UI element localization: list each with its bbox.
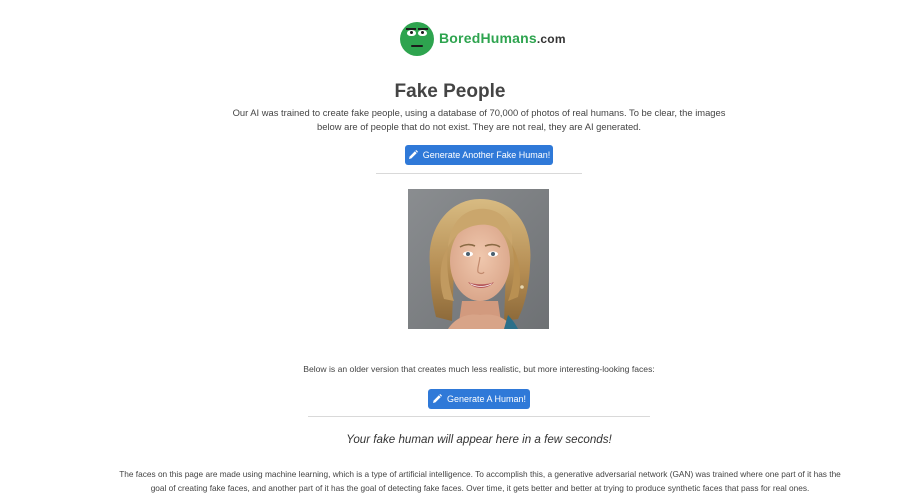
logo-domain: .com: [536, 32, 566, 46]
intro-text: Our AI was trained to create fake people…: [232, 107, 726, 132]
generate-a-human-button[interactable]: Generate A Human!: [428, 389, 530, 409]
logo-word-humans: Humans: [480, 30, 537, 46]
logo-wordmark: BoredHumans.com: [439, 21, 566, 56]
pencil-icon: [432, 394, 442, 404]
explanation-text: The faces on this page are made using ma…: [119, 469, 841, 493]
site-logo[interactable]: BoredHumans.com: [400, 21, 566, 56]
divider: [376, 173, 582, 174]
page-title: Fake People: [394, 81, 506, 102]
page: BoredHumans.com Fake People Our AI was t…: [0, 0, 900, 500]
generate-a-human-label: Generate A Human!: [446, 394, 527, 404]
smiley-face-logo-icon: [400, 21, 434, 56]
pencil-icon: [408, 150, 418, 160]
logo-word-bored: Bored: [439, 30, 481, 46]
generation-placeholder-text: Your fake human will appear here in a fe…: [346, 433, 612, 446]
older-version-note: Below is an older version that creates m…: [303, 364, 655, 374]
divider: [308, 416, 650, 417]
fake-face-image: [408, 189, 549, 329]
generate-another-fake-human-button[interactable]: Generate Another Fake Human!: [405, 145, 553, 165]
generate-another-fake-human-label: Generate Another Fake Human!: [422, 150, 551, 160]
